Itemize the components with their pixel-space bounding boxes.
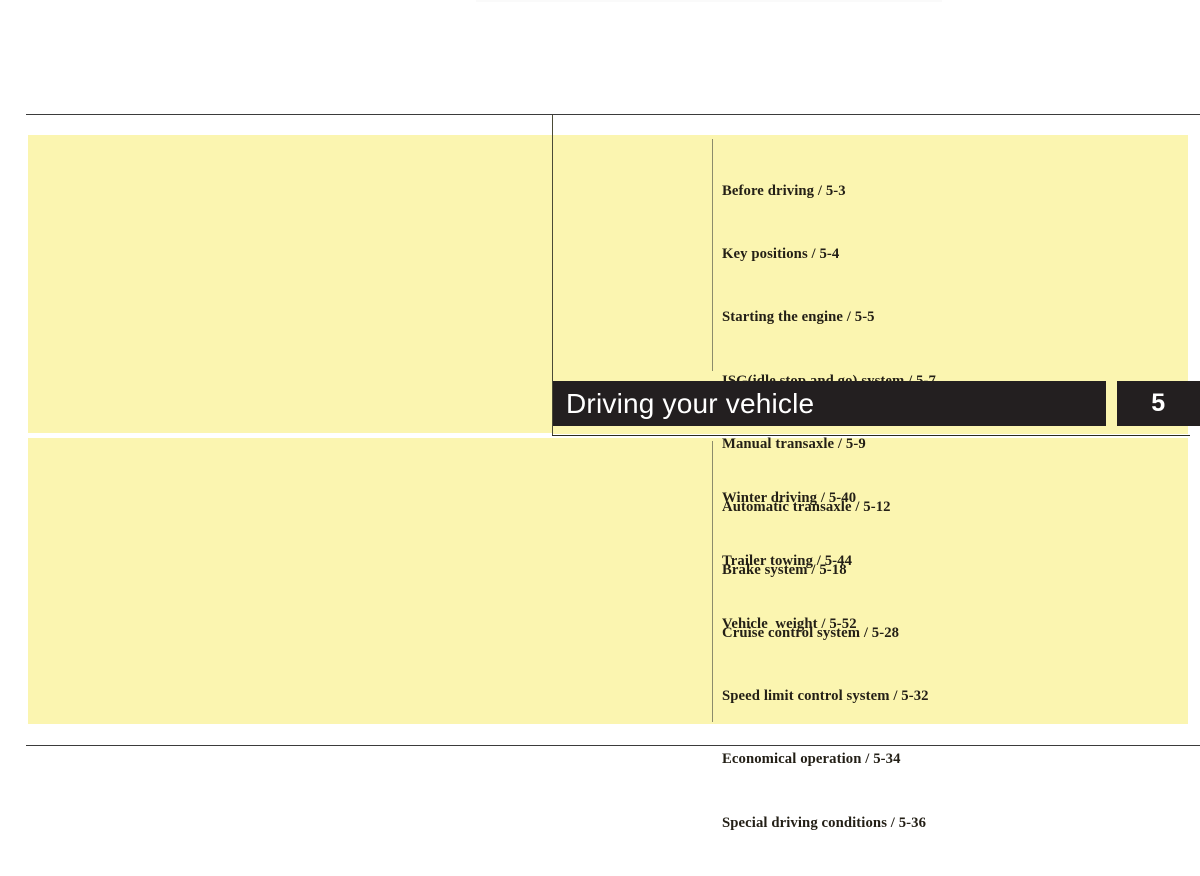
chapter-art-panel-left [28,135,552,433]
toc-entry[interactable]: Speed limit control system / 5-32 [722,686,936,707]
toc-entry[interactable]: Key positions / 5-4 [722,244,936,265]
toc-entry[interactable]: Starting the engine / 5-5 [722,307,936,328]
toc-entry[interactable]: Winter driving / 5-40 [722,488,857,509]
chapter-toc-panel-lower [28,438,1188,724]
table-of-contents-lower: Winter driving / 5-40 Trailer towing / 5… [722,446,857,678]
toc-entry[interactable]: Special driving conditions / 5-36 [722,813,936,834]
chapter-number: 5 [1151,389,1166,417]
toc-entry[interactable]: Economical operation / 5-34 [722,749,936,770]
chapter-title-bar: Driving your vehicle [553,381,1106,426]
page-title: Driving your vehicle [566,387,815,419]
manual-page: Before driving / 5-3 Key positions / 5-4… [0,0,1200,861]
toc-entry[interactable]: Vehicle weight / 5-52 [722,614,857,635]
top-trim-line [476,0,942,2]
page-top-rule [26,114,1200,115]
toc-upper-rule [712,139,713,371]
toc-lower-rule [712,441,713,722]
toc-entry[interactable]: Before driving / 5-3 [722,181,936,202]
page-bottom-rule [26,745,1200,746]
chapter-number-tab: 5 [1117,381,1200,426]
toc-entry[interactable]: Trailer towing / 5-44 [722,551,857,572]
